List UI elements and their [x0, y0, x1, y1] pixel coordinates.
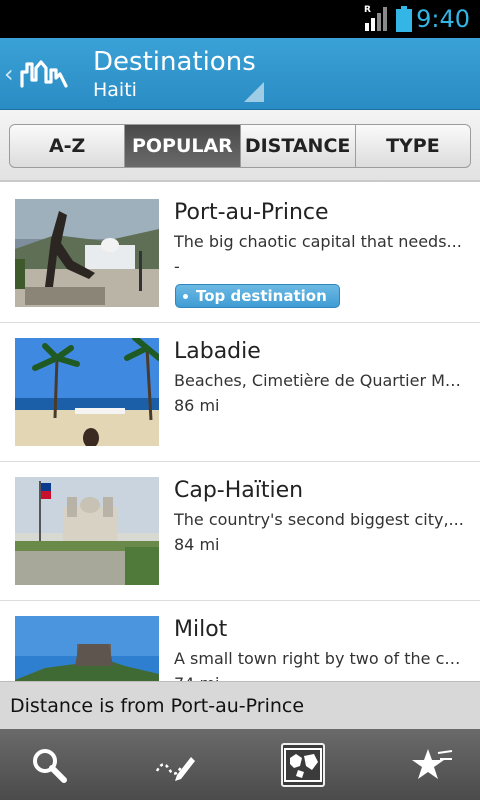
destination-photo: [15, 338, 159, 446]
search-icon: [33, 749, 67, 783]
list-item[interactable]: Port-au-Prince The big chaotic capital t…: [0, 184, 480, 323]
destination-distance: 74 mi: [174, 673, 219, 681]
destination-description: The big chaotic capital that needs...: [174, 232, 462, 251]
top-destination-badge: Top destination: [175, 284, 340, 308]
destination-name: Port-au-Prince: [174, 200, 329, 225]
destination-list: Port-au-Prince The big chaotic capital t…: [0, 184, 480, 681]
country-selector[interactable]: Haiti: [93, 78, 137, 102]
destination-distance: 84 mi: [174, 535, 220, 554]
favorites-star-icon: [412, 749, 453, 779]
battery-icon: [396, 6, 412, 32]
destination-description: A small town right by two of the co...: [174, 649, 466, 668]
up-navigation-icon[interactable]: ‹: [4, 60, 14, 88]
action-bar: ‹ Destinations Haiti: [0, 38, 480, 110]
search-button[interactable]: [27, 743, 71, 787]
destination-photo: [15, 616, 159, 681]
destination-distance: 86 mi: [174, 396, 220, 415]
destination-name: Milot: [174, 617, 228, 642]
destination-distance: -: [174, 257, 180, 276]
sort-tabs: A-Z POPULAR DISTANCE TYPE: [9, 124, 471, 168]
list-item[interactable]: Labadie Beaches, Cimetière de Quartier M…: [0, 323, 480, 462]
favorites-button[interactable]: [410, 743, 454, 787]
distance-info-text: Distance is from Port-au-Prince: [10, 695, 305, 717]
map-icon: [284, 748, 322, 782]
status-bar: R 9:40: [0, 0, 480, 38]
map-button[interactable]: [281, 743, 325, 787]
bottom-navigation: [0, 729, 480, 800]
tab-popular[interactable]: POPULAR: [125, 125, 241, 167]
write-icon: [155, 757, 195, 781]
list-item[interactable]: Milot A small town right by two of the c…: [0, 601, 480, 681]
tab-a-z[interactable]: A-Z: [10, 125, 126, 167]
destination-photo: [15, 199, 159, 307]
destination-description: Beaches, Cimetière de Quartier Mor...: [174, 371, 466, 390]
destination-photo: [15, 477, 159, 585]
network-type-label: R: [364, 5, 371, 15]
destination-name: Cap-Haïtien: [174, 478, 304, 503]
distance-info-bar: Distance is from Port-au-Prince: [0, 681, 480, 729]
list-item[interactable]: Cap-Haïtien The country's second biggest…: [0, 462, 480, 601]
dropdown-indicator-icon[interactable]: [244, 82, 264, 102]
status-clock: 9:40: [416, 5, 470, 33]
tab-distance[interactable]: DISTANCE: [241, 125, 356, 167]
destination-name: Labadie: [174, 339, 261, 364]
sort-tab-strip: A-Z POPULAR DISTANCE TYPE: [0, 110, 480, 182]
write-button[interactable]: [153, 743, 197, 787]
skyline-icon[interactable]: [18, 54, 70, 94]
tab-type[interactable]: TYPE: [356, 125, 470, 167]
destination-description: The country's second biggest city,...: [174, 510, 464, 529]
page-title: Destinations: [93, 47, 256, 77]
